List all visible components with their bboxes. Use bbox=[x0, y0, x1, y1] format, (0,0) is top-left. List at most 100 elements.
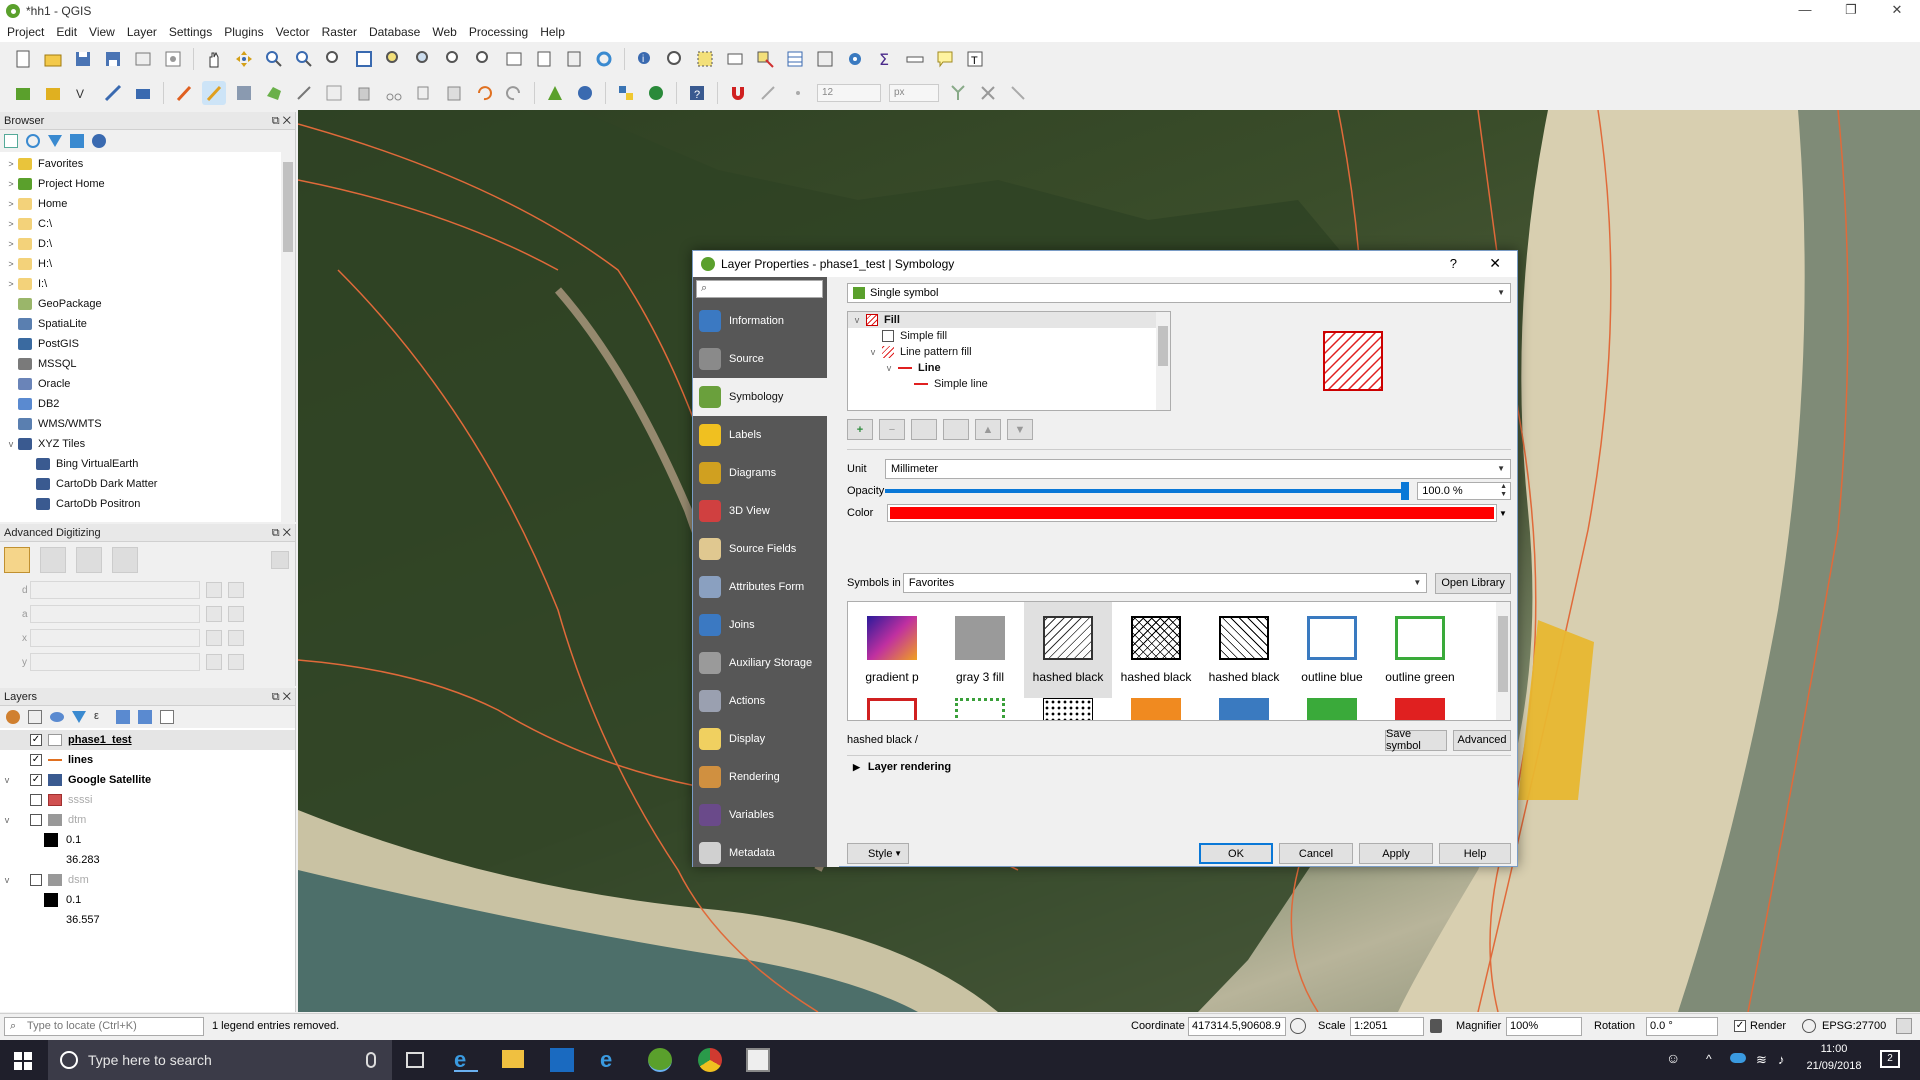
topological-editing-icon[interactable] bbox=[946, 81, 970, 105]
browser-item[interactable]: Oracle bbox=[0, 374, 295, 394]
help-button[interactable]: Help bbox=[1439, 843, 1511, 864]
add-vector-layer-icon[interactable] bbox=[41, 81, 65, 105]
browser-item[interactable]: > D:\ bbox=[0, 234, 295, 254]
expand-arrow-icon[interactable]: > bbox=[4, 199, 18, 209]
style-manager-icon[interactable] bbox=[6, 710, 20, 724]
edge-browser-icon[interactable]: e bbox=[454, 1048, 478, 1072]
layer-row-dtm[interactable]: v dtm bbox=[0, 810, 295, 830]
navigation-search-input[interactable]: ⌕ bbox=[696, 280, 823, 298]
perpendicular-icon[interactable] bbox=[112, 547, 138, 573]
cut-features-icon[interactable] bbox=[382, 81, 406, 105]
copy-features-icon[interactable] bbox=[412, 81, 436, 105]
internet-explorer-icon[interactable]: e bbox=[600, 1048, 624, 1072]
browser-item[interactable]: CartoDb Positron bbox=[0, 494, 295, 514]
taskbar-time[interactable]: 11:00 bbox=[1806, 1043, 1862, 1055]
outlook-icon[interactable] bbox=[550, 1048, 574, 1072]
expand-arrow-icon[interactable]: v bbox=[850, 315, 864, 325]
symbol-triangles[interactable] bbox=[1112, 698, 1200, 720]
taskbar-date[interactable]: 21/09/2018 bbox=[1798, 1060, 1870, 1072]
restore-button[interactable]: ❐ bbox=[1828, 0, 1874, 22]
style-button[interactable]: Style ▼ bbox=[847, 843, 909, 864]
nav-source[interactable]: Source bbox=[693, 340, 827, 378]
layout-manager-icon[interactable] bbox=[161, 47, 185, 71]
zoom-full-icon[interactable] bbox=[352, 47, 376, 71]
avoid-intersections-icon[interactable] bbox=[976, 81, 1000, 105]
parallel-icon[interactable] bbox=[76, 547, 102, 573]
modify-attributes-icon[interactable] bbox=[322, 81, 346, 105]
zoom-in-icon[interactable] bbox=[262, 47, 286, 71]
menu-processing[interactable]: Processing bbox=[466, 25, 537, 39]
menu-project[interactable]: Project bbox=[4, 25, 53, 39]
minimize-button[interactable]: — bbox=[1782, 0, 1828, 22]
expand-arrow-icon[interactable]: v bbox=[0, 775, 14, 785]
color-button[interactable] bbox=[887, 504, 1497, 522]
browser-item[interactable]: CartoDb Dark Matter bbox=[0, 474, 295, 494]
symbol-gradient[interactable]: gradient p bbox=[848, 602, 936, 698]
task-view-icon[interactable] bbox=[406, 1052, 424, 1068]
symbol-dotted-outline[interactable] bbox=[936, 698, 1024, 720]
expand-arrow-icon[interactable]: v bbox=[882, 363, 896, 373]
browser-item[interactable]: > C:\ bbox=[0, 214, 295, 234]
symbol-tree-item[interactable]: Simple fill bbox=[848, 328, 1170, 344]
filter-icon[interactable] bbox=[48, 135, 62, 147]
symbol-tree-item[interactable]: Simple line bbox=[848, 376, 1170, 392]
layer-row-phase1-test[interactable]: ✓ phase1_test bbox=[0, 730, 295, 750]
cancel-button[interactable]: Cancel bbox=[1279, 843, 1353, 864]
expand-arrow-icon[interactable]: > bbox=[4, 259, 18, 269]
collapse-all-icon[interactable] bbox=[70, 134, 84, 148]
select-value-icon[interactable] bbox=[723, 47, 747, 71]
digitize-icon[interactable] bbox=[101, 81, 125, 105]
plugin-globe-icon[interactable] bbox=[573, 81, 597, 105]
nav-source-fields[interactable]: Source Fields bbox=[693, 530, 827, 568]
deselect-icon[interactable] bbox=[753, 47, 777, 71]
layer-row-lines[interactable]: ✓ lines bbox=[0, 750, 295, 770]
zoom-last-icon[interactable] bbox=[442, 47, 466, 71]
menu-vector[interactable]: Vector bbox=[273, 25, 319, 39]
undo-icon[interactable] bbox=[472, 81, 496, 105]
manage-visibility-icon[interactable] bbox=[50, 712, 64, 722]
delete-selected-icon[interactable] bbox=[352, 81, 376, 105]
apply-button[interactable]: Apply bbox=[1359, 843, 1433, 864]
save-symbol-button[interactable]: Save symbol bbox=[1385, 728, 1447, 752]
snapping-type-icon[interactable] bbox=[786, 81, 810, 105]
layer-visibility-checkbox[interactable]: ✓ bbox=[30, 774, 42, 786]
nav-auxiliary-storage[interactable]: Auxiliary Storage bbox=[693, 644, 827, 682]
snapping-mode-icon[interactable] bbox=[756, 81, 780, 105]
pan-to-selection-icon[interactable] bbox=[232, 47, 256, 71]
expand-arrow-icon[interactable]: v bbox=[4, 439, 18, 449]
add-selected-icon[interactable] bbox=[4, 134, 18, 148]
identify-icon[interactable]: i bbox=[633, 47, 657, 71]
expand-arrow-icon[interactable]: > bbox=[4, 219, 18, 229]
layer-row-google-satellite[interactable]: v ✓ Google Satellite bbox=[0, 770, 295, 790]
layer-row-ssssi[interactable]: ssssi bbox=[0, 790, 295, 810]
navigation-scrollbar[interactable] bbox=[827, 301, 839, 867]
nav-information[interactable]: Information bbox=[693, 302, 827, 340]
text-annotation-icon[interactable]: T bbox=[963, 47, 987, 71]
nav-display[interactable]: Display bbox=[693, 720, 827, 758]
pan-icon[interactable] bbox=[202, 47, 226, 71]
repeat-icon[interactable] bbox=[228, 630, 244, 646]
lock-scale-icon[interactable] bbox=[1430, 1019, 1442, 1033]
current-edits-icon[interactable] bbox=[172, 81, 196, 105]
gps-icon[interactable] bbox=[543, 81, 567, 105]
nav-joins[interactable]: Joins bbox=[693, 606, 827, 644]
expand-arrow-icon[interactable]: > bbox=[4, 179, 18, 189]
construction-mode-icon[interactable] bbox=[40, 547, 66, 573]
statistics-icon[interactable]: Σ bbox=[873, 47, 897, 71]
menu-raster[interactable]: Raster bbox=[319, 25, 366, 39]
symbol-dots[interactable] bbox=[1024, 698, 1112, 720]
crs-button[interactable]: EPSG:27700 bbox=[1822, 1020, 1886, 1032]
symbol-tree-item[interactable]: v Line pattern fill bbox=[848, 344, 1170, 360]
magnifier-spinbox[interactable]: 100% bbox=[1506, 1017, 1582, 1036]
color-dropdown-icon[interactable]: ▼ bbox=[1497, 509, 1509, 518]
browser-item[interactable]: > I:\ bbox=[0, 274, 295, 294]
rotation-spinbox[interactable]: 0.0 ° bbox=[1646, 1017, 1718, 1036]
snap-unit-select[interactable]: px bbox=[889, 84, 939, 102]
browser-item[interactable]: > H:\ bbox=[0, 254, 295, 274]
map-tips-icon[interactable] bbox=[933, 47, 957, 71]
whats-this-icon[interactable]: ? bbox=[685, 81, 709, 105]
distance-field[interactable] bbox=[30, 581, 200, 599]
x-field[interactable] bbox=[30, 629, 200, 647]
browser-item[interactable]: GeoPackage bbox=[0, 294, 295, 314]
layer-visibility-checkbox[interactable] bbox=[30, 814, 42, 826]
